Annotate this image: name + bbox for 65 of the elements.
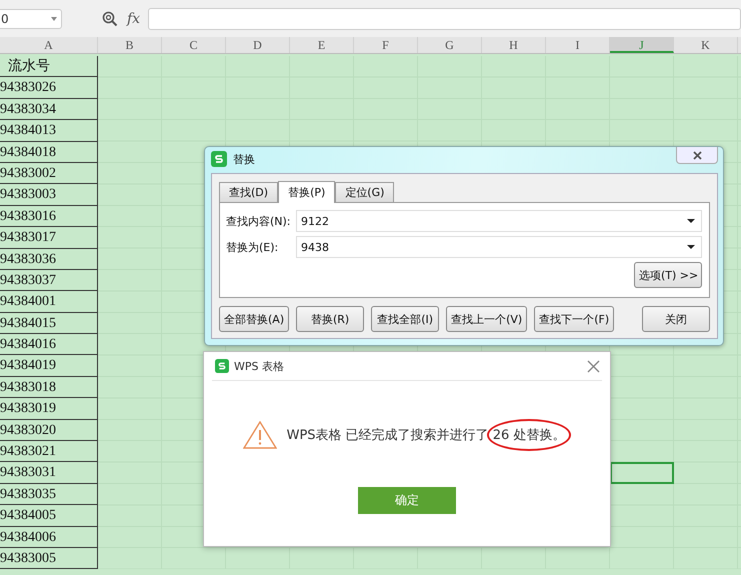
combo-field[interactable]: 9438 <box>296 236 702 258</box>
table-cell: 94384013 <box>0 120 98 142</box>
table-cell: 94384006 <box>0 526 98 548</box>
action-button[interactable]: 全部替换(A) <box>219 306 290 332</box>
action-button[interactable]: 查找下一个(F) <box>534 306 614 332</box>
close-button[interactable]: 关闭 <box>642 306 710 332</box>
tab[interactable]: 替换(P) <box>278 181 336 203</box>
selected-cell[interactable] <box>610 462 674 484</box>
tab[interactable]: 查找(D) <box>219 182 278 202</box>
zoom-icon[interactable] <box>102 10 118 26</box>
table-cell: 94383003 <box>0 184 98 206</box>
caret-icon[interactable] <box>687 245 695 249</box>
field-label: 查找内容(N): <box>226 214 292 228</box>
table-cell: 94384018 <box>0 142 98 163</box>
app-logo-icon <box>211 151 227 167</box>
action-button[interactable]: 查找上一个(V) <box>446 306 528 332</box>
column-header[interactable]: B <box>98 37 162 53</box>
table-cell: 94383026 <box>0 77 98 99</box>
table-cell: 94383021 <box>0 441 98 462</box>
table-cell: 94383035 <box>0 484 98 506</box>
table-cell: 94384015 <box>0 312 98 334</box>
table-cell: 94384001 <box>0 291 98 313</box>
formula-field[interactable] <box>148 8 741 30</box>
tab[interactable]: 定位(G) <box>335 182 394 202</box>
caret-icon[interactable] <box>687 219 695 223</box>
column-header[interactable]: E <box>290 37 354 53</box>
column-header[interactable]: K <box>674 37 738 53</box>
options-button[interactable]: 选项(T) >> <box>634 262 702 288</box>
table-cell: 94383018 <box>0 376 98 398</box>
action-button[interactable]: 替换(R) <box>296 306 364 332</box>
circled-text: 26 处替换。 <box>486 419 572 451</box>
column-header[interactable]: D <box>226 37 290 53</box>
warning-icon <box>242 421 277 449</box>
caret-icon <box>51 16 57 20</box>
combo-field[interactable]: 9122 <box>296 210 702 232</box>
close-icon[interactable] <box>587 360 600 372</box>
dialog-title: WPS 表格 <box>234 358 284 374</box>
table-cell: 94384019 <box>0 355 98 377</box>
table-cell: 94384016 <box>0 334 98 356</box>
function-label[interactable]: fx <box>127 10 140 26</box>
app-logo-icon <box>215 359 229 373</box>
table-cell: 94383020 <box>0 420 98 442</box>
column-header[interactable]: F <box>354 37 418 53</box>
table-cell: 94383017 <box>0 227 98 249</box>
table-cell: 流水号 <box>0 56 98 78</box>
table-cell: 94383002 <box>0 162 98 184</box>
close-icon <box>692 150 702 160</box>
field-label: 替换为(E): <box>226 240 280 254</box>
table-cell: 94383019 <box>0 398 98 420</box>
name-box[interactable]: 0 <box>0 8 62 28</box>
table-cell: 94383034 <box>0 98 98 120</box>
table-cell: 94383036 <box>0 248 98 270</box>
table-cell: 94383037 <box>0 270 98 292</box>
dialog-title: 替换 <box>233 152 255 166</box>
column-header[interactable]: C <box>162 37 226 53</box>
table-cell: 94383031 <box>0 462 98 484</box>
close-button[interactable] <box>676 147 718 164</box>
column-header[interactable]: H <box>482 37 546 53</box>
column-header[interactable]: G <box>418 37 482 53</box>
table-cell: 94383016 <box>0 206 98 228</box>
action-button[interactable]: 查找全部(I) <box>371 306 440 332</box>
table-cell: 94384005 <box>0 505 98 527</box>
table-cell: 94383005 <box>0 548 98 570</box>
message-text: WPS表格 已经完成了搜索并进行了 <box>286 427 489 444</box>
column-header[interactable]: A <box>0 37 98 53</box>
